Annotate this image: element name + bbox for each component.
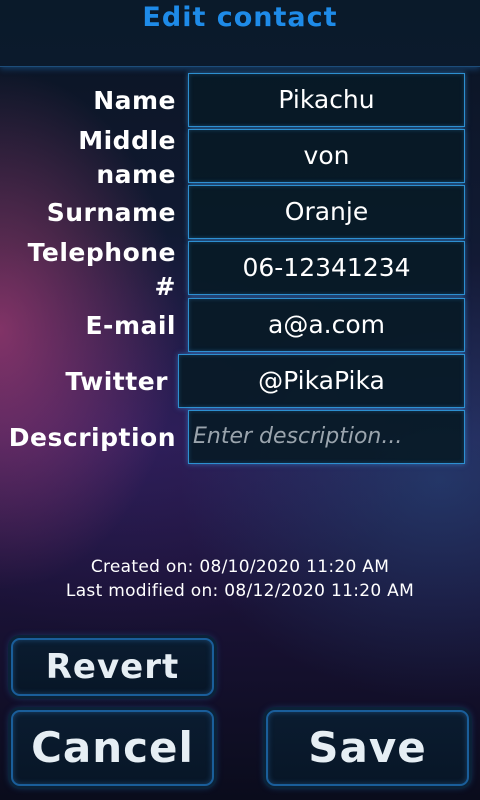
twitter-field[interactable]: @PikaPika <box>178 354 465 408</box>
email-field[interactable]: a@a.com <box>188 298 465 352</box>
name-label: Name <box>93 86 176 115</box>
name-field[interactable]: Pikachu <box>188 73 465 127</box>
telephone-label-line1: Telephone <box>27 238 176 267</box>
cancel-button[interactable]: Cancel <box>11 710 214 786</box>
header-bar: Edit contact <box>0 0 480 67</box>
modified-timestamp: Last modified on: 08/12/2020 11:20 AM <box>65 581 415 601</box>
middle-name-label-line1: Middle <box>78 126 176 155</box>
middle-name-label-line2: name <box>96 160 176 189</box>
telephone-label-line2: # <box>154 272 176 301</box>
twitter-label: Twitter <box>65 367 168 396</box>
email-label: E-mail <box>85 311 176 340</box>
middle-name-field[interactable]: von <box>188 129 465 183</box>
surname-field[interactable]: Oranje <box>188 185 465 239</box>
telephone-field[interactable]: 06-12341234 <box>188 241 465 295</box>
created-timestamp: Created on: 08/10/2020 11:20 AM <box>90 557 390 577</box>
surname-label: Surname <box>46 198 176 227</box>
description-label: Description <box>8 423 176 452</box>
page-title: Edit contact <box>142 2 338 33</box>
revert-button[interactable]: Revert <box>11 638 214 696</box>
save-button[interactable]: Save <box>266 710 469 786</box>
description-field[interactable]: Enter description... <box>188 410 465 464</box>
